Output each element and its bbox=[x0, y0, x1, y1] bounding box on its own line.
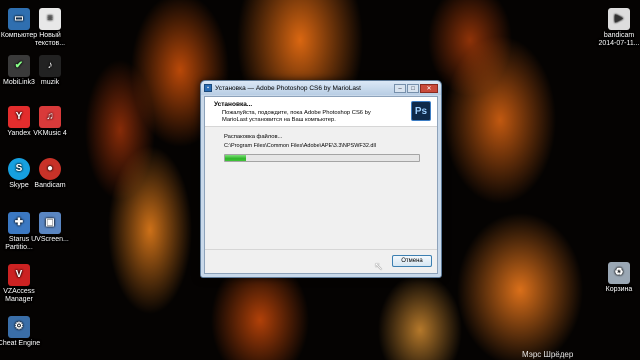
folder-icon: ♪ bbox=[39, 55, 61, 77]
installer-body: Распаковка файлов... C:\Program Files\Co… bbox=[205, 127, 437, 162]
desktop-icon-text-file[interactable]: ≡ Новый текстов... bbox=[27, 8, 73, 48]
desktop-icon-label: muzik bbox=[40, 79, 60, 86]
installer-window: ▪ Установка — Adobe Photoshop CS6 by Mar… bbox=[200, 80, 442, 278]
installer-header: Установка... Пожалуйста, подождите, пока… bbox=[205, 97, 437, 127]
installer-footer: Отмена bbox=[205, 249, 437, 273]
install-progress-fill bbox=[225, 155, 247, 161]
video-watermark: Мэрс Шрёдер bbox=[522, 350, 574, 359]
photoshop-logo-icon: Ps bbox=[411, 101, 431, 121]
current-file-path: C:\Program Files\Common Files\Adobe\APE\… bbox=[224, 143, 376, 149]
desktop-icon-label: Новый текстов... bbox=[34, 32, 66, 47]
installer-client-area: Установка... Пожалуйста, подождите, пока… bbox=[204, 96, 438, 274]
uvscreen-icon: ▣ bbox=[39, 212, 61, 234]
window-controls: – □ ✕ bbox=[393, 83, 438, 93]
desktop-icon-label: VKMusic 4 bbox=[33, 130, 67, 137]
install-progress-bar bbox=[224, 154, 420, 162]
text-file-icon: ≡ bbox=[39, 8, 61, 30]
desktop-icon-vkmusic[interactable]: ♫ VKMusic 4 bbox=[27, 106, 73, 138]
desktop-icon-vzaccess[interactable]: V VZAccess Manager bbox=[0, 264, 42, 304]
close-button[interactable]: ✕ bbox=[420, 83, 438, 93]
desktop-icon-label: VZAccess Manager bbox=[3, 288, 35, 303]
bandicam-icon: ● bbox=[39, 158, 61, 180]
minimize-button[interactable]: – bbox=[394, 83, 406, 93]
cancel-button[interactable]: Отмена bbox=[392, 255, 432, 267]
vzaccess-icon: V bbox=[8, 264, 30, 286]
desktop-icon-muzik[interactable]: ♪ muzik bbox=[27, 55, 73, 87]
cheat-engine-icon: ⚙ bbox=[8, 316, 30, 338]
desktop-icon-label: Корзина bbox=[605, 286, 633, 293]
desktop-icon-label: UVScreen... bbox=[31, 236, 69, 243]
desktop-icon-label: Bandicam bbox=[34, 182, 66, 189]
installer-app-icon: ▪ bbox=[204, 84, 212, 92]
recycle-bin-icon: ♻ bbox=[608, 262, 630, 284]
desktop-icon-bandicam-video[interactable]: ▶ bandicam 2014-07-11... bbox=[596, 8, 640, 48]
desktop-icon-uvscreen[interactable]: ▣ UVScreen... bbox=[27, 212, 73, 244]
vkmusic-icon: ♫ bbox=[39, 106, 61, 128]
window-title: Установка — Adobe Photoshop CS6 by Mario… bbox=[215, 84, 361, 92]
installer-header-subtitle: Пожалуйста, подождите, пока Adobe Photos… bbox=[222, 110, 371, 123]
desktop-icon-cheat-engine[interactable]: ⚙ Cheat Engine bbox=[0, 316, 42, 348]
desktop-icon-recycle-bin[interactable]: ♻ Корзина bbox=[596, 262, 640, 294]
window-titlebar[interactable]: ▪ Установка — Adobe Photoshop CS6 by Mar… bbox=[201, 81, 441, 95]
maximize-button[interactable]: □ bbox=[407, 83, 419, 93]
desktop-icon-bandicam[interactable]: ● Bandicam bbox=[27, 158, 73, 190]
desktop-icon-label: Cheat Engine bbox=[0, 340, 41, 347]
install-status-text: Распаковка файлов... bbox=[224, 134, 283, 140]
desktop-icon-label: bandicam 2014-07-11... bbox=[598, 32, 640, 47]
mouse-pointer-icon: ↖ bbox=[374, 261, 384, 273]
video-file-icon: ▶ bbox=[608, 8, 630, 30]
installer-header-title: Установка... bbox=[214, 101, 253, 108]
